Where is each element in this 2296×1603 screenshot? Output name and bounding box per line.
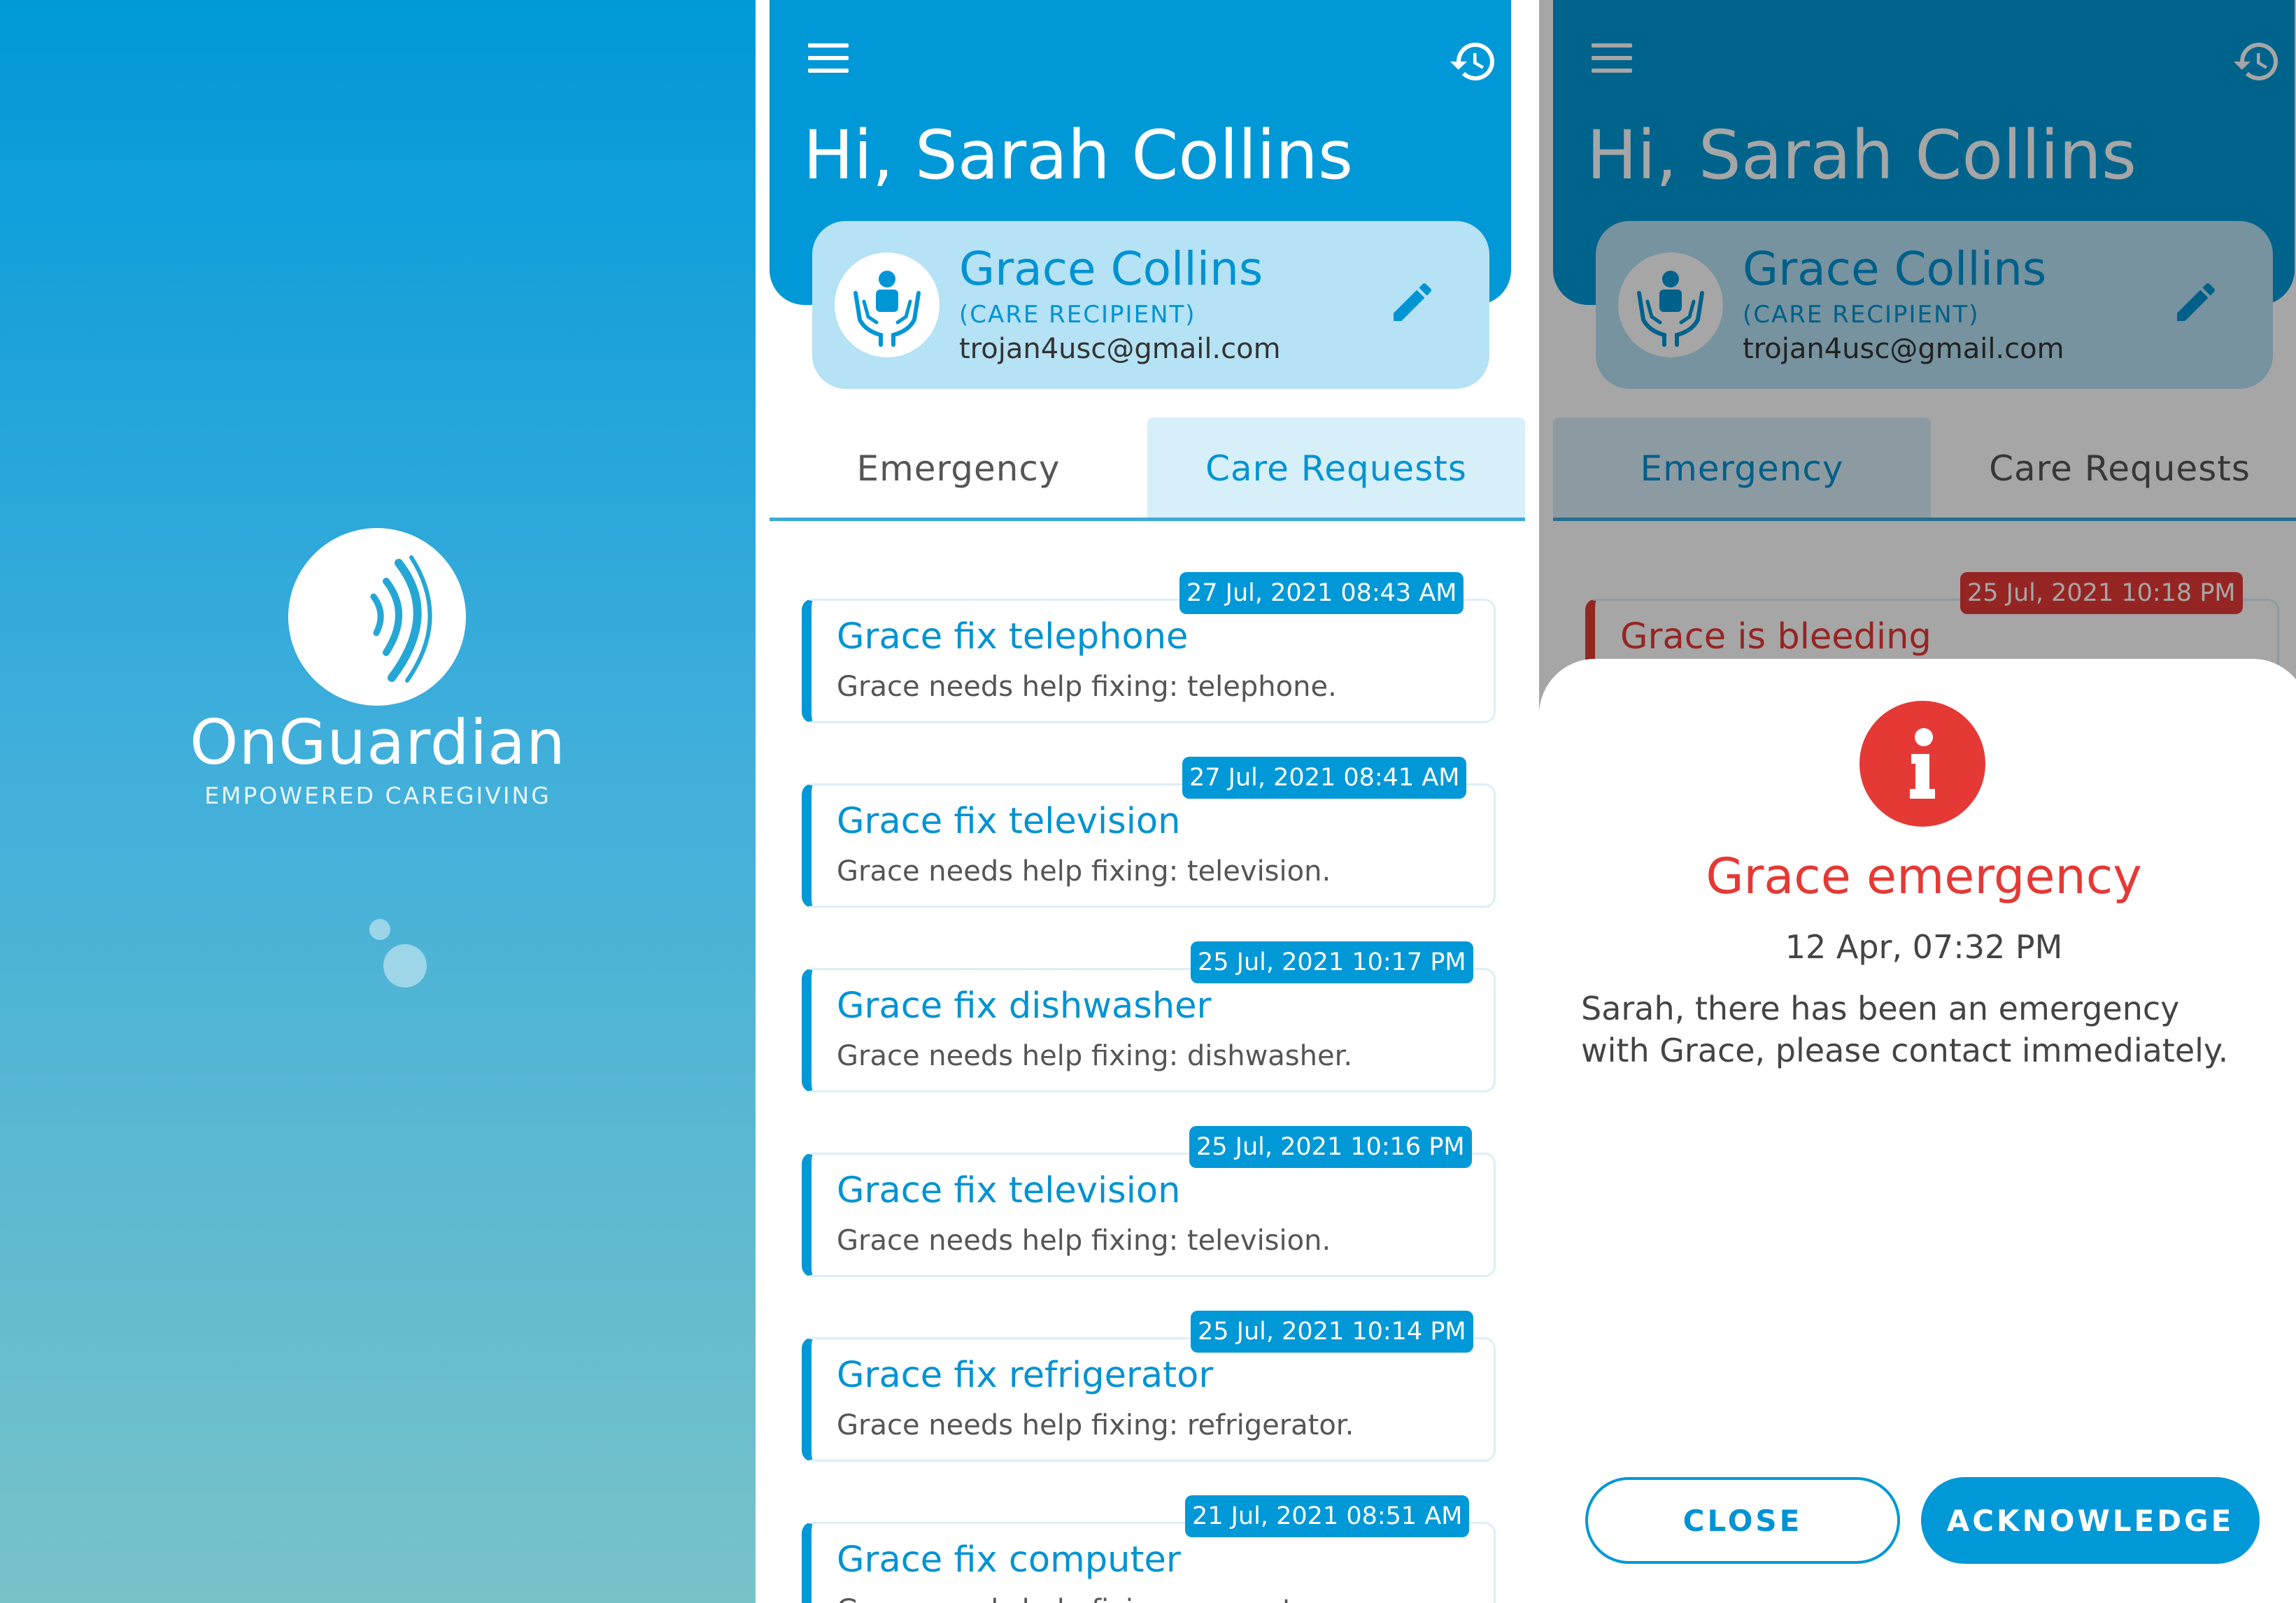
app-logo	[288, 528, 466, 706]
request-description: Grace needs help fixing: telephone.	[837, 671, 1337, 703]
dialog-timestamp: 12 Apr, 07:32 PM	[1785, 928, 2063, 966]
history-icon[interactable]	[1448, 36, 1498, 87]
info-alert-icon	[1859, 701, 1985, 827]
splash-screen: OnGuardian EMPOWERED CAREGIVING	[0, 0, 756, 1603]
tab-underline	[770, 518, 1525, 521]
request-card[interactable]: Grace fix dishwasher Grace needs help fi…	[802, 968, 1496, 1092]
request-card[interactable]: Grace fix refrigerator Grace needs help …	[802, 1337, 1496, 1462]
profile-card: Grace Collins (CARE RECIPIENT) trojan4us…	[812, 221, 1489, 389]
request-title: Grace fix computer	[837, 1539, 1181, 1581]
request-card[interactable]: Grace fix television Grace needs help fi…	[802, 1153, 1496, 1277]
loading-dot-large	[383, 944, 427, 988]
request-timestamp: 21 Jul, 2021 08:51 AM	[1185, 1495, 1470, 1537]
request-description: Grace needs help fixing: refrigerator.	[837, 1409, 1354, 1441]
care-requests-screen: Hi, Sarah Collins Grace Collins (CARE RE…	[756, 0, 1525, 1603]
avatar	[835, 252, 940, 357]
request-timestamp: 25 Jul, 2021 10:17 PM	[1191, 941, 1473, 983]
emergency-dialog: Grace emergency 12 Apr, 07:32 PM Sarah, …	[1539, 659, 2296, 1603]
close-button[interactable]: CLOSE	[1585, 1477, 1900, 1564]
signal-waves-icon	[370, 555, 432, 683]
loading-dot-small	[369, 919, 390, 940]
tab-emergency[interactable]: Emergency	[770, 418, 1147, 520]
request-card[interactable]: Grace fix telephone Grace needs help fix…	[802, 599, 1496, 723]
profile-role: (CARE RECIPIENT)	[959, 301, 1196, 329]
brand-tagline: EMPOWERED CAREGIVING	[204, 782, 551, 809]
request-title: Grace fix telephone	[837, 616, 1189, 657]
care-hands-icon	[853, 271, 921, 347]
emergency-screen: Hi, Sarah Collins Grace Collins (CARE RE…	[1539, 0, 2296, 1603]
request-timestamp: 25 Jul, 2021 10:16 PM	[1189, 1126, 1472, 1168]
profile-name: Grace Collins	[959, 242, 1263, 296]
request-description: Grace needs help fixing: dishwasher.	[837, 1040, 1353, 1072]
request-description: Grace needs help fixing: computer.	[837, 1594, 1328, 1603]
request-title: Grace fix television	[837, 801, 1181, 842]
request-timestamp: 27 Jul, 2021 08:41 AM	[1182, 757, 1467, 799]
request-title: Grace fix television	[837, 1170, 1181, 1211]
request-description: Grace needs help fixing: television.	[837, 855, 1331, 888]
dialog-title: Grace emergency	[1706, 848, 2142, 905]
tab-care-requests[interactable]: Care Requests	[1147, 418, 1525, 520]
request-timestamp: 25 Jul, 2021 10:14 PM	[1191, 1311, 1473, 1353]
acknowledge-button[interactable]: ACKNOWLEDGE	[1921, 1477, 2260, 1564]
menu-icon[interactable]	[808, 43, 849, 74]
request-title: Grace fix dishwasher	[837, 985, 1212, 1027]
request-description: Grace needs help fixing: television.	[837, 1225, 1331, 1257]
greeting-title: Hi, Sarah Collins	[803, 116, 1353, 194]
request-card[interactable]: Grace fix television Grace needs help fi…	[802, 783, 1496, 908]
dialog-message: Sarah, there has been an emergency with …	[1581, 990, 2229, 1069]
request-title: Grace fix refrigerator	[837, 1355, 1214, 1396]
edit-pencil-icon[interactable]	[1387, 277, 1438, 327]
profile-email: trojan4usc@gmail.com	[959, 333, 1281, 365]
brand-name: OnGuardian	[190, 706, 566, 778]
request-timestamp: 27 Jul, 2021 08:43 AM	[1179, 572, 1464, 614]
